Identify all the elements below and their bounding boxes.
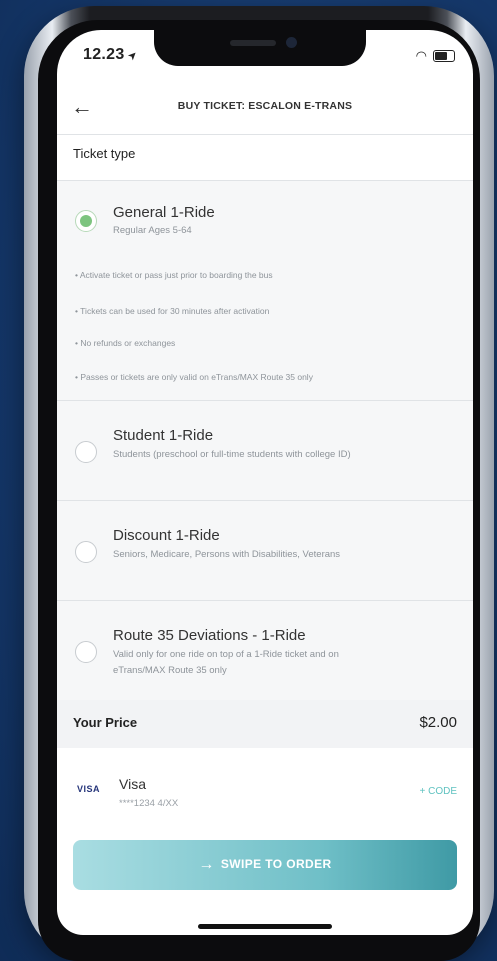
nav-header: ← BUY TICKET: ESCALON E-TRANS — [57, 88, 473, 132]
card-number: ****1234 4/XX — [119, 798, 179, 809]
price-label: Your Price — [73, 715, 138, 730]
ticket-type-label: Ticket type — [73, 146, 136, 161]
note-item: • Passes or tickets are only valid on eT… — [75, 372, 313, 382]
add-code-button[interactable]: + CODE — [419, 786, 457, 797]
notch — [154, 30, 366, 66]
price-row: Your Price $2.00 — [57, 700, 473, 748]
speaker — [230, 40, 276, 46]
ticket-option-route35[interactable]: Route 35 Deviations - 1-Ride Valid only … — [57, 601, 473, 699]
note-item: • No refunds or exchanges — [75, 338, 176, 348]
option-title: General 1-Ride — [113, 204, 215, 221]
option-subtitle: Valid only for one ride on top of a 1-Ri… — [113, 649, 339, 676]
swipe-label: SWIPE TO ORDER — [220, 857, 332, 871]
option-subtitle: Seniors, Medicare, Persons with Disabili… — [113, 549, 341, 560]
option-title: Student 1-Ride — [113, 427, 214, 444]
status-time: 12.23 — [83, 46, 125, 63]
arrow-right-icon: → — [198, 856, 215, 873]
location-arrow-icon: ➤ — [125, 48, 141, 64]
ticket-option-discount[interactable]: Discount 1-Ride Seniors, Medicare, Perso… — [57, 501, 473, 599]
wifi-icon: ◠ — [415, 48, 427, 63]
option-subtitle: Regular Ages 5-64 — [113, 225, 192, 236]
header-divider — [57, 134, 473, 135]
status-icons: ◠ — [416, 48, 455, 64]
price-value: $2.00 — [419, 714, 457, 731]
app-screen: 12.23➤ ◠ ← BUY TICKET: ESCALON E-TRANS T… — [57, 30, 473, 935]
swipe-label-wrap: → SWIPE TO ORDER — [73, 856, 457, 874]
radio-discount[interactable] — [75, 541, 97, 563]
option-title: Route 35 Deviations - 1-Ride — [113, 627, 306, 644]
payment-method-row[interactable]: VISA Visa ****1234 4/XX + CODE — [57, 748, 473, 824]
ticket-options: General 1-Ride Regular Ages 5-64 • Activ… — [57, 180, 473, 700]
card-name: Visa — [119, 776, 146, 792]
home-indicator — [198, 924, 332, 929]
ticket-option-student[interactable]: Student 1-Ride Students (preschool or fu… — [57, 401, 473, 499]
option-subtitle: Students (preschool or full-time student… — [113, 449, 351, 460]
note-item: • Activate ticket or pass just prior to … — [75, 270, 273, 280]
visa-logo-icon: VISA — [77, 784, 101, 794]
note-item: • Tickets can be used for 30 minutes aft… — [75, 306, 270, 316]
radio-route35[interactable] — [75, 641, 97, 663]
option-title: Discount 1-Ride — [113, 527, 220, 544]
battery-icon — [433, 50, 455, 62]
ticket-option-general[interactable]: General 1-Ride Regular Ages 5-64 • Activ… — [57, 180, 473, 400]
swipe-to-order-button[interactable]: → SWIPE TO ORDER — [73, 840, 457, 890]
radio-student[interactable] — [75, 441, 97, 463]
front-camera — [286, 37, 297, 48]
page-title: BUY TICKET: ESCALON E-TRANS — [177, 100, 353, 112]
radio-general[interactable] — [75, 210, 97, 232]
